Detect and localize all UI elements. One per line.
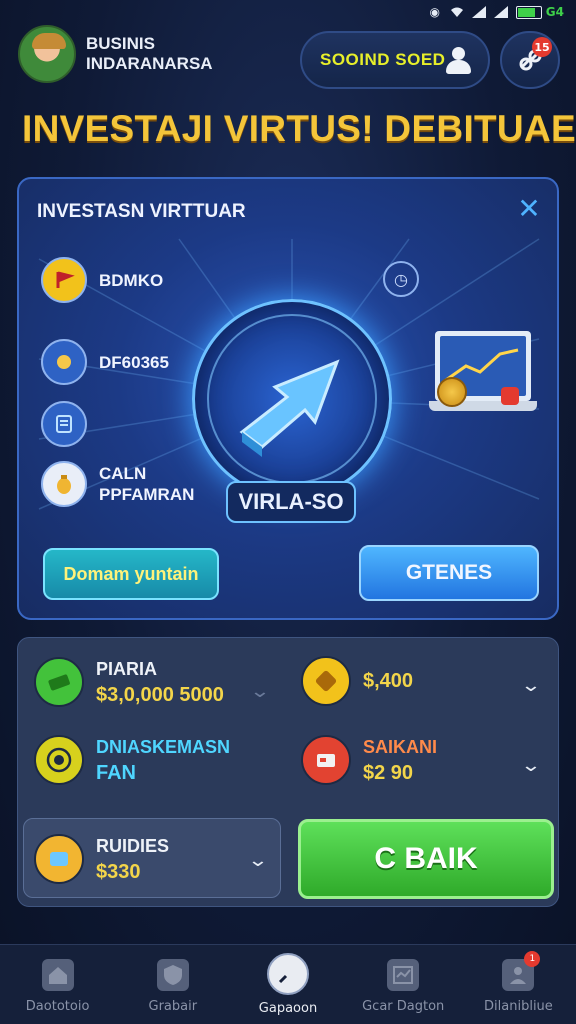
notifications-button[interactable]: 15 [500,31,560,89]
battery-indicator: G4 [515,5,564,19]
home-icon [41,959,74,991]
wifi-icon [450,5,464,19]
bottom-nav: Daototoio Grabair Gapaoon Gcar Dagton 1 … [0,944,576,1024]
compass-icon [267,953,309,995]
item-text: DNIASKEMASN FAN [96,734,230,786]
list-item[interactable]: SAIKANI $2 90 [301,734,437,786]
sun-icon [41,339,87,385]
feature-label-line-1: CALN [99,464,147,483]
item-value: $3,0,000 5000 [96,684,224,706]
chevron-down-icon[interactable]: ⌄ [244,851,272,871]
nav-item-compass[interactable]: Gapaoon [230,945,345,1024]
item-value: FAN [96,762,136,784]
chevron-down-icon[interactable]: ⌄ [517,756,545,776]
nav-label: Gcar Dagton [362,999,445,1014]
nav-item-chart[interactable]: Gcar Dagton [346,945,461,1024]
chart-icon [387,959,420,991]
item-name: SAIKANI [363,737,438,757]
back-button[interactable]: C BAIK [298,819,554,899]
investment-card: INVESTASN VIRTTUAR ✕ BDMKO DF60365 CALN … [17,177,559,620]
item-text: RUIDIES $330 [96,833,169,885]
notification-badge: 15 [532,37,552,57]
nav-label: Dilanibliue [484,999,553,1014]
nav-item-profile[interactable]: 1 Dilanibliue [461,945,576,1024]
header: BUSINIS INDARANARSA SOOIND SOED 15 [18,18,564,90]
arrow-icon [239,359,340,457]
flag-icon [41,257,87,303]
nav-badge: 1 [524,951,541,967]
money-stack-icon [34,657,84,707]
nav-label: Grabair [148,999,198,1014]
balance-pill[interactable]: SOOIND SOED [300,31,490,89]
coins-icon [34,834,84,884]
signal-icon-2 [493,5,508,19]
primary-action-button[interactable]: Domam yuntain [43,548,219,600]
balance-value: SOOIND SOED [320,50,446,69]
bundle-item[interactable]: RUIDIES $330 ⌄ [23,818,281,898]
user-line-1: BUSINIS [86,34,155,53]
clock-icon[interactable]: ◷ [383,261,419,297]
item-text: PIARIA $3,0,000 5000 [96,656,224,708]
feature-item[interactable]: CALN PPFAMRAN [41,461,194,507]
chevron-down-icon[interactable]: ⌄ [517,676,545,696]
vibrate-icon: ◉ [429,5,441,19]
battery-icon [515,5,542,19]
investment-list: PIARIA $3,0,000 5000 ⌄ $,400 ⌄ DNIASKEMA… [17,637,559,907]
card-title: INVESTASN VIRTTUAR [37,201,246,222]
target-icon [34,735,84,785]
battery-text: G4 [545,5,564,19]
item-name: DNIASKEMASN [96,737,231,757]
user-info: BUSINIS INDARANARSA [86,34,213,74]
bundle-name: RUIDIES [96,836,170,856]
document-icon [41,401,87,447]
close-icon[interactable]: ✕ [515,195,543,223]
page-title: INVESTAJI VIRTUS! DEBITUAE [22,108,576,149]
bundle-content: RUIDIES $330 [34,833,169,885]
list-item[interactable]: PIARIA $3,0,000 5000 [34,656,224,708]
signal-icon [471,5,486,19]
coin-bag-icon [41,461,87,507]
bundle-value: $330 [96,861,141,883]
orb-label: VIRLA-SO [226,481,356,523]
nav-item-shield[interactable]: Grabair [115,945,230,1024]
feature-item[interactable]: DF60365 [41,339,169,385]
list-item[interactable]: DNIASKEMASN FAN [34,734,230,786]
nav-label: Gapaoon [258,1001,318,1016]
profile-icon: 1 [502,951,541,991]
shield-icon [156,959,189,991]
center-orb [192,299,392,499]
card-icon [301,735,351,785]
item-text: SAIKANI $2 90 [363,734,437,786]
feature-label: BDMKO [99,270,164,290]
secondary-action-button[interactable]: GTENES [359,545,539,601]
feature-item[interactable]: BDMKO [41,257,163,303]
chevron-down-icon[interactable]: ⌄ [246,682,274,702]
feature-label: DF60365 [99,352,169,372]
laptop-icon [429,331,537,421]
feature-label-line-2: PPFAMRAN [99,485,195,504]
item-value: $2 90 [363,762,414,784]
feature-label: CALN PPFAMRAN [99,463,194,505]
feature-item[interactable] [41,401,87,447]
item-name: PIARIA [96,659,158,679]
nav-label: Daototoio [25,999,90,1014]
item-value: $,400 [363,670,414,692]
list-item[interactable]: $,400 [301,656,413,706]
user-line-2: INDARANARSA [86,54,213,73]
item-text: $,400 [363,668,413,694]
person-icon [444,47,472,75]
nav-item-home[interactable]: Daototoio [0,945,115,1024]
ticket-icon [301,656,351,706]
avatar[interactable] [18,25,76,83]
